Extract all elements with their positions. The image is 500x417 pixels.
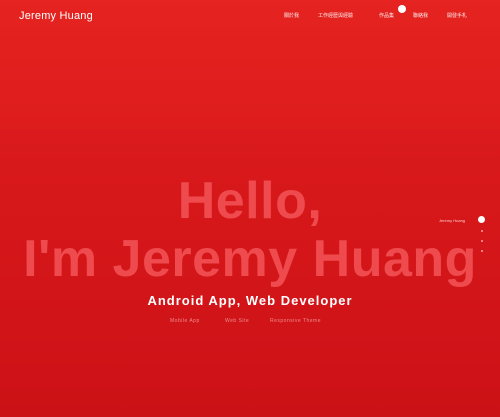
slide-nav-dot[interactable] <box>481 240 483 242</box>
slide-nav-dot[interactable] <box>481 230 483 232</box>
site-brand[interactable]: Jeremy Huang <box>19 10 93 22</box>
hero-subtitle: Android App, Web Developer <box>147 293 353 308</box>
hero-title-line-1: Hello, <box>177 172 323 230</box>
nav-item-about[interactable]: 關於我 <box>284 12 299 19</box>
hero-title-line-2: I'm Jeremy Huang <box>23 230 477 288</box>
slide-nav-dot[interactable] <box>481 250 483 252</box>
slide-nav-label: Jeremy Huang <box>439 218 466 223</box>
tag-responsive-theme: Responsive Theme <box>270 318 321 324</box>
tag-web-site: Web Site <box>225 318 250 324</box>
nav-item-portfolio[interactable]: 作品集 <box>379 12 394 19</box>
nav-item-contact[interactable]: 聯絡我 <box>413 12 428 19</box>
nav-item-notes[interactable]: 開發手札 <box>447 12 467 19</box>
notification-badge <box>398 5 406 13</box>
nav-item-experience[interactable]: 工作經歷與經驗 <box>318 12 353 19</box>
hero-title: Hello, I'm Jeremy Huang <box>0 172 500 288</box>
slide-nav-dot-active[interactable] <box>478 216 485 223</box>
tag-mobile-app: Mobile App <box>170 318 200 324</box>
